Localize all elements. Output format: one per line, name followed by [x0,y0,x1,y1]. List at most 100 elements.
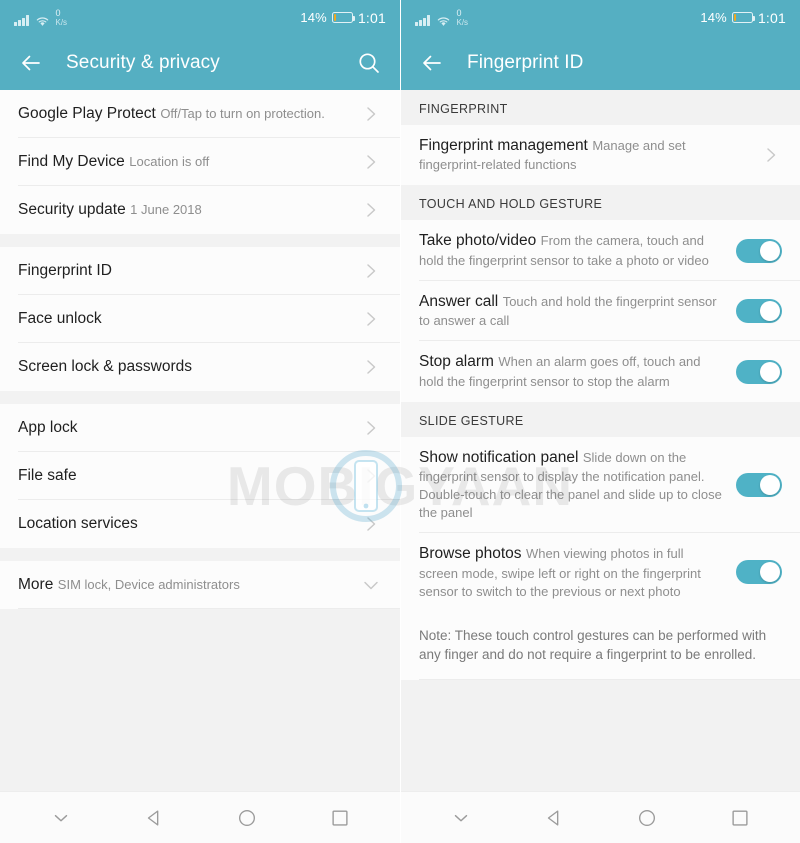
settings-group: Take photo/video From the camera, touch … [401,220,800,402]
row-texts: File safe [18,455,350,497]
list-item-title: More [18,575,54,593]
list-item-google-play-protect[interactable]: Google Play Protect Off/Tap to turn on p… [0,90,400,138]
wifi-icon [35,14,50,26]
row-texts: Location services [18,503,350,545]
network-speed-unit: K/s [456,18,469,27]
status-bar-right-icons: 14% 1:01 [300,10,386,26]
status-bar-right: 0 K/s 14% 1:01 [401,0,800,35]
chevron-right-icon [360,199,382,221]
chevron-right-icon [360,356,382,378]
settings-group: More SIM lock, Device administrators [0,561,400,609]
search-icon[interactable] [356,50,382,76]
list-item-face-unlock[interactable]: Face unlock [0,295,400,343]
recents-button[interactable] [723,801,757,835]
battery-icon [331,12,356,23]
signal-bars-icon [14,15,29,26]
network-speed-indicator: 0 K/s [457,9,469,27]
chevron-right-icon [760,144,782,166]
chevron-right-icon [360,151,382,173]
back-button[interactable] [137,801,171,835]
row-texts: Find My Device Location is off [18,141,350,183]
list-item-title: Face unlock [18,309,102,327]
row-texts: More SIM lock, Device administrators [18,564,350,606]
row-texts: Fingerprint management Manage and set fi… [419,125,750,185]
row-texts: Show notification panel Slide down on th… [419,437,722,533]
list-item-app-lock[interactable]: App lock [0,404,400,452]
list-item-title: Stop alarm [419,353,494,371]
list-item-more[interactable]: More SIM lock, Device administrators [0,561,400,609]
back-arrow-icon[interactable] [18,50,44,76]
settings-list-right[interactable]: FINGERPRINT Fingerprint management Manag… [401,90,800,791]
back-arrow-icon[interactable] [419,50,445,76]
settings-group: App lock File safe Location services [0,404,400,548]
settings-group: Show notification panel Slide down on th… [401,436,800,681]
settings-group: Google Play Protect Off/Tap to turn on p… [0,90,400,234]
status-bar-left-icons: 0 K/s [415,9,469,27]
list-item-title: Find My Device [18,152,125,170]
list-item-stop-alarm[interactable]: Stop alarm When an alarm goes off, touch… [401,341,800,402]
list-item-fingerprint-management[interactable]: Fingerprint management Manage and set fi… [401,125,800,186]
hide-navbar-button[interactable] [44,801,78,835]
security-privacy-screen: 0 K/s 14% 1:01 Security & privacy Google… [0,0,400,843]
group-separator [0,548,400,561]
toggle-show-notification-panel[interactable] [736,473,782,498]
list-item-title: Answer call [419,292,499,310]
toggle-knob [760,475,780,496]
wifi-icon [436,14,451,26]
battery-percent-label: 14% [700,10,727,25]
toggle-stop-alarm[interactable] [736,359,782,384]
row-divider [419,679,800,681]
battery-percent-label: 14% [300,10,327,25]
fingerprint-id-screen: 0 K/s 14% 1:01 Fingerprint ID FINGERPRIN… [400,0,800,843]
section-header-fingerprint: FINGERPRINT [401,90,800,125]
list-item-title: Location services [18,514,138,532]
list-item-title: Browse photos [419,545,522,563]
navigation-bar-right [401,791,800,843]
toggle-answer-call[interactable] [736,299,782,324]
list-item-location-services[interactable]: Location services [0,500,400,548]
list-item-screen-lock-passwords[interactable]: Screen lock & passwords [0,343,400,391]
list-item-show-notification-panel[interactable]: Show notification panel Slide down on th… [401,436,800,534]
signal-bars-icon [415,15,430,26]
network-speed-value: 0 [55,8,61,18]
row-texts: Face unlock [18,298,350,340]
note-text: Note: These touch control gestures can b… [419,627,767,662]
list-item-fingerprint-id[interactable]: Fingerprint ID [0,247,400,295]
chevron-right-icon [360,308,382,330]
group-separator [0,391,400,404]
status-bar-left: 0 K/s 14% 1:01 [0,0,400,35]
home-button[interactable] [630,801,664,835]
row-texts: Google Play Protect Off/Tap to turn on p… [18,93,350,135]
chevron-right-icon [360,103,382,125]
row-texts: Stop alarm When an alarm goes off, touch… [419,341,722,401]
list-item-title: Security update [18,200,126,218]
list-item-subtitle: 1 June 2018 [130,201,202,217]
list-item-take-photo-video[interactable]: Take photo/video From the camera, touch … [401,220,800,281]
row-divider [18,608,400,609]
list-item-answer-call[interactable]: Answer call Touch and hold the fingerpri… [401,280,800,342]
network-speed-value: 0 [456,8,462,18]
back-button[interactable] [537,801,571,835]
settings-list-left[interactable]: Google Play Protect Off/Tap to turn on p… [0,90,400,791]
app-bar-left: Security & privacy [0,35,400,90]
list-item-security-update[interactable]: Security update 1 June 2018 [0,186,400,234]
home-button[interactable] [230,801,264,835]
row-texts: Answer call Touch and hold the fingerpri… [419,281,722,341]
toggle-knob [760,361,780,382]
list-item-title: Take photo/video [419,232,537,250]
list-item-find-my-device[interactable]: Find My Device Location is off [0,138,400,186]
settings-group: Fingerprint ID Face unlock Screen lock &… [0,247,400,391]
list-item-file-safe[interactable]: File safe [0,452,400,500]
toggle-take-photo-video[interactable] [736,238,782,263]
list-item-subtitle: SIM lock, Device administrators [57,576,240,592]
list-item-browse-photos[interactable]: Browse photos When viewing photos in ful… [401,533,800,612]
recents-button[interactable] [323,801,357,835]
list-item-title: Fingerprint ID [18,261,112,279]
hide-navbar-button[interactable] [444,801,478,835]
toggle-browse-photos[interactable] [736,560,782,585]
section-header-touch-and-hold-gesture: TOUCH AND HOLD GESTURE [401,185,800,221]
status-bar-left-icons: 0 K/s [14,8,67,27]
chevron-right-icon [360,417,382,439]
settings-group: Fingerprint management Manage and set fi… [401,125,800,186]
list-item-title: Show notification panel [419,448,579,466]
